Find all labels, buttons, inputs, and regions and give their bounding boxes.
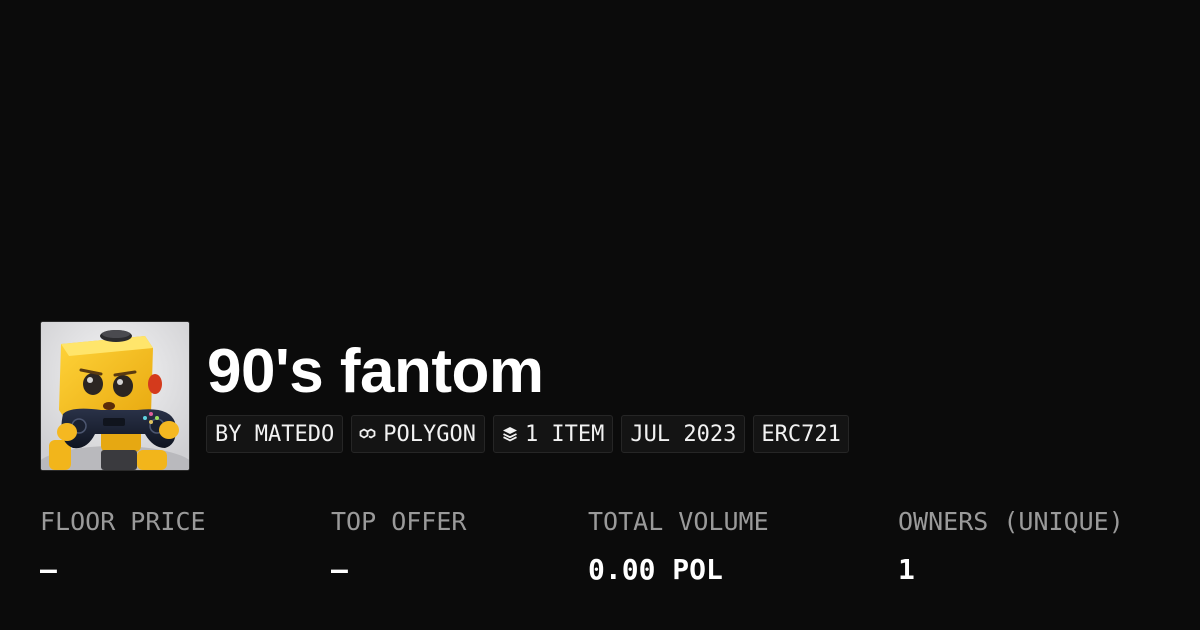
collection-title: 90's fantom: [207, 337, 544, 406]
collection-card: 90's fantom BY MATEDO POLYGON 1 ITEM JUL…: [0, 0, 1200, 630]
top-offer-value: –: [331, 553, 348, 586]
floor-price-value: –: [40, 553, 57, 586]
creator-chip-label: BY MATEDO: [215, 421, 335, 447]
collection-meta-chips: BY MATEDO POLYGON 1 ITEM JUL 2023 ERC721: [206, 415, 849, 453]
total-volume-stat: TOTAL VOLUME 0.00 POL: [588, 500, 769, 596]
standard-chip: ERC721: [753, 415, 849, 453]
date-chip: JUL 2023: [621, 415, 746, 453]
standard-chip-label: ERC721: [761, 421, 841, 447]
floor-price-label: FLOOR PRICE: [40, 507, 206, 536]
creator-chip[interactable]: BY MATEDO: [206, 415, 344, 453]
collection-stats: FLOOR PRICE – TOP OFFER – TOTAL VOLUME 0…: [0, 500, 1200, 610]
layers-icon: [500, 424, 520, 444]
date-chip-label: JUL 2023: [630, 421, 737, 447]
total-volume-label: TOTAL VOLUME: [588, 507, 769, 536]
polygon-icon: [358, 424, 378, 444]
game-controller-robot-avatar: [41, 322, 189, 470]
owners-stat: OWNERS (UNIQUE) 1: [898, 500, 1124, 596]
top-offer-stat: TOP OFFER –: [331, 500, 466, 596]
top-offer-label: TOP OFFER: [331, 507, 467, 536]
owners-label: OWNERS (UNIQUE): [898, 507, 1124, 536]
owners-value: 1: [898, 553, 915, 586]
collection-avatar[interactable]: [40, 321, 190, 471]
floor-price-stat: FLOOR PRICE –: [40, 500, 206, 596]
items-chip[interactable]: 1 ITEM: [492, 415, 614, 453]
chain-chip[interactable]: POLYGON: [351, 415, 485, 453]
chain-chip-label: POLYGON: [383, 421, 476, 447]
total-volume-value: 0.00 POL: [588, 553, 723, 586]
items-chip-label: 1 ITEM: [524, 421, 605, 447]
